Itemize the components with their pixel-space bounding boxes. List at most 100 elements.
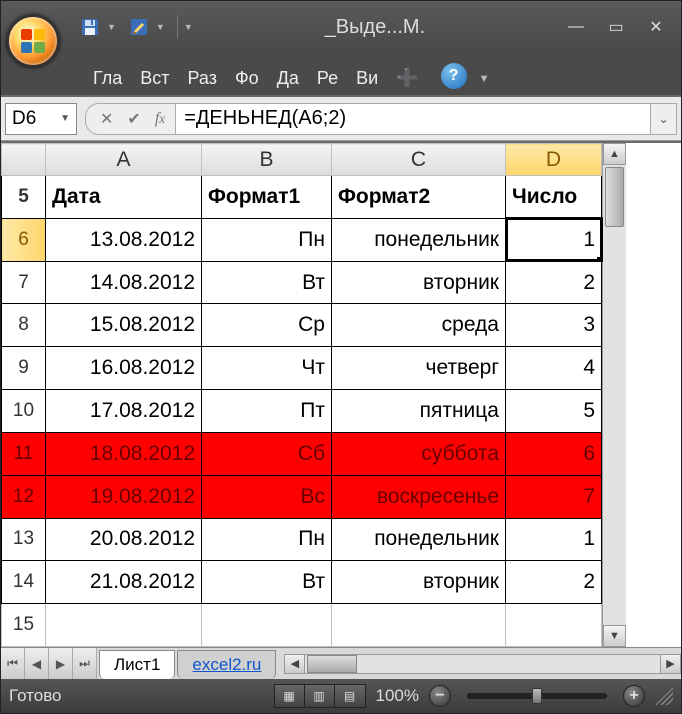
cancel-formula-icon[interactable]: ✕	[100, 109, 113, 129]
tab-home[interactable]: Гла	[85, 60, 130, 95]
cell[interactable]: понедельник	[332, 518, 506, 561]
cell[interactable]: 18.08.2012	[46, 432, 202, 475]
tab-data[interactable]: Да	[269, 60, 307, 95]
row-header[interactable]: 15	[2, 604, 46, 647]
sheet-nav-next-icon[interactable]: ▶	[49, 648, 73, 679]
row-header[interactable]: 8	[2, 304, 46, 347]
cell[interactable]: среда	[332, 304, 506, 347]
row-header[interactable]: 6	[2, 218, 46, 261]
cell[interactable]: 15.08.2012	[46, 304, 202, 347]
cell[interactable]: Формат1	[202, 176, 332, 219]
cell[interactable]: вторник	[332, 561, 506, 604]
row-header[interactable]: 9	[2, 347, 46, 390]
cell[interactable]: 2	[506, 561, 602, 604]
row-header[interactable]: 10	[2, 390, 46, 433]
sheet-tab-active[interactable]: Лист1	[99, 650, 175, 679]
tab-review[interactable]: Ре	[309, 60, 346, 95]
row-header[interactable]: 14	[2, 561, 46, 604]
zoom-percent[interactable]: 100%	[376, 686, 419, 706]
cell[interactable]: 20.08.2012	[46, 518, 202, 561]
tab-view[interactable]: Ви	[348, 60, 386, 95]
cell[interactable]: 19.08.2012	[46, 475, 202, 518]
cell[interactable]: 13.08.2012	[46, 218, 202, 261]
cell[interactable]: 4	[506, 347, 602, 390]
cell[interactable]: 3	[506, 304, 602, 347]
cell[interactable]: суббота	[332, 432, 506, 475]
cell[interactable]: Число	[506, 176, 602, 219]
save-dropdown-icon[interactable]: ▼	[107, 22, 116, 32]
scroll-up-icon[interactable]: ▲	[603, 143, 626, 165]
view-pagebreak-icon[interactable]: ▤	[335, 685, 365, 707]
cell[interactable]: понедельник	[332, 218, 506, 261]
cell[interactable]: Чт	[202, 347, 332, 390]
zoom-slider[interactable]	[467, 693, 607, 699]
cell[interactable]: Формат2	[332, 176, 506, 219]
hscroll-thumb[interactable]	[307, 655, 357, 673]
vertical-scrollbar[interactable]: ▲ ▼	[602, 143, 626, 647]
help-dropdown-icon[interactable]: ▼	[479, 73, 490, 95]
cell[interactable]: вторник	[332, 261, 506, 304]
view-pagelayout-icon[interactable]: ▥	[305, 685, 335, 707]
cell[interactable]: 7	[506, 475, 602, 518]
save-button[interactable]	[75, 12, 105, 42]
select-all-corner[interactable]	[2, 144, 46, 176]
cell[interactable]	[46, 604, 202, 647]
cell[interactable]: 21.08.2012	[46, 561, 202, 604]
row-header[interactable]: 7	[2, 261, 46, 304]
row-header[interactable]: 11	[2, 432, 46, 475]
cell[interactable]: 16.08.2012	[46, 347, 202, 390]
horizontal-scrollbar[interactable]: ◀ ▶	[284, 654, 681, 674]
col-header-b[interactable]: B	[202, 144, 332, 176]
accept-formula-icon[interactable]: ✔	[127, 109, 140, 129]
col-header-a[interactable]: A	[46, 144, 202, 176]
cell[interactable]: 17.08.2012	[46, 390, 202, 433]
sheet-tab-other[interactable]: excel2.ru	[177, 650, 276, 679]
col-header-d[interactable]: D	[506, 144, 602, 176]
scroll-thumb[interactable]	[605, 167, 624, 227]
zoom-out-button[interactable]: −	[429, 685, 451, 707]
cell[interactable]: Вт	[202, 261, 332, 304]
cell[interactable]	[332, 604, 506, 647]
row-header[interactable]: 13	[2, 518, 46, 561]
sheet-nav-last-icon[interactable]: ⏭	[73, 648, 97, 679]
cell[interactable]: Пт	[202, 390, 332, 433]
cell[interactable]: Вс	[202, 475, 332, 518]
tab-formulas[interactable]: Фо	[227, 60, 267, 95]
cell[interactable]: Вт	[202, 561, 332, 604]
row-header[interactable]: 5	[2, 176, 46, 219]
sheet-nav-first-icon[interactable]: ⏮	[1, 648, 25, 679]
office-button[interactable]	[7, 15, 59, 67]
cell[interactable]: воскресенье	[332, 475, 506, 518]
sheet-nav-prev-icon[interactable]: ◀	[25, 648, 49, 679]
cell[interactable]	[202, 604, 332, 647]
expand-formula-bar-icon[interactable]: ⌄	[651, 103, 677, 135]
cell[interactable]: Ср	[202, 304, 332, 347]
cell[interactable]	[506, 604, 602, 647]
name-box[interactable]: D6 ▼	[5, 103, 77, 135]
cell[interactable]: 14.08.2012	[46, 261, 202, 304]
zoom-in-button[interactable]: +	[623, 685, 645, 707]
view-normal-icon[interactable]: ▦	[275, 685, 305, 707]
qat-custom-button[interactable]	[124, 12, 154, 42]
tab-pagelayout[interactable]: Раз	[180, 60, 225, 95]
row-header[interactable]: 12	[2, 475, 46, 518]
scroll-track[interactable]	[603, 229, 626, 625]
close-button[interactable]: ✕	[637, 15, 675, 39]
cell[interactable]: четверг	[332, 347, 506, 390]
scroll-down-icon[interactable]: ▼	[603, 625, 626, 647]
formula-input[interactable]: =ДЕНЬНЕД(A6;2)	[176, 103, 651, 135]
name-box-dropdown-icon[interactable]: ▼	[60, 113, 70, 124]
hscroll-right-icon[interactable]: ▶	[660, 655, 680, 673]
cell[interactable]: 2	[506, 261, 602, 304]
tab-insert[interactable]: Вст	[132, 60, 177, 95]
col-header-c[interactable]: C	[332, 144, 506, 176]
zoom-thumb[interactable]	[532, 688, 542, 704]
cell[interactable]: Пн	[202, 518, 332, 561]
cell[interactable]: пятница	[332, 390, 506, 433]
cell[interactable]: Дата	[46, 176, 202, 219]
cell[interactable]: 1	[506, 218, 602, 261]
cell[interactable]: Пн	[202, 218, 332, 261]
spreadsheet-grid[interactable]: A B C D 5ДатаФормат1Формат2Число 613.08.2…	[1, 143, 602, 647]
cell[interactable]: 1	[506, 518, 602, 561]
cell[interactable]: Сб	[202, 432, 332, 475]
